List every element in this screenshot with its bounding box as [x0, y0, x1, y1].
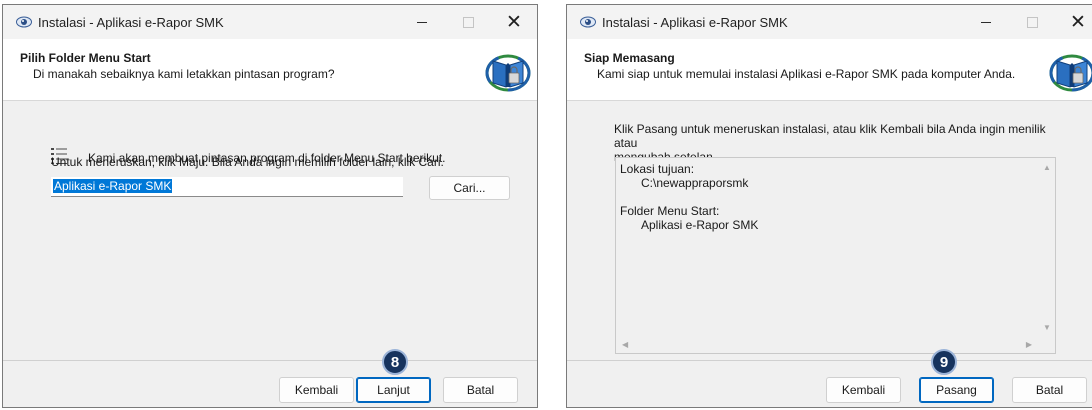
close-button[interactable]: ✕ [491, 5, 537, 39]
scroll-right-icon[interactable]: ▶ [1026, 341, 1032, 349]
setup-window-start-menu: Instalasi - Aplikasi e-Rapor SMK ✕ Pilih… [2, 4, 538, 408]
horizontal-scrollbar[interactable]: ◀ ▶ [616, 336, 1038, 353]
title-bar[interactable]: Instalasi - Aplikasi e-Rapor SMK ✕ [567, 5, 1092, 39]
vertical-scrollbar[interactable]: ▲ ▼ [1038, 158, 1055, 336]
setup-window-ready: Instalasi - Aplikasi e-Rapor SMK ✕ Siap … [566, 4, 1092, 408]
minimize-button[interactable] [399, 5, 445, 39]
cancel-button[interactable]: Batal [443, 377, 518, 403]
start-menu-folder-input[interactable]: Aplikasi e-Rapor SMK [51, 177, 403, 197]
page-subtitle: Kami siap untuk memulai instalasi Aplika… [597, 67, 1016, 81]
browse-button[interactable]: Cari... [429, 176, 510, 200]
wizard-header: Siap Memasang Kami siap untuk memulai in… [567, 39, 1092, 101]
destination-value: C:\newappraporsmk [641, 176, 749, 190]
memo-text: Lokasi tujuan: C:\newappraporsmk Folder … [620, 162, 758, 232]
back-button[interactable]: Kembali [826, 377, 901, 403]
wizard-header: Pilih Folder Menu Start Di manakah sebai… [3, 39, 537, 101]
step-badge: 8 [382, 349, 408, 375]
close-button[interactable]: ✕ [1055, 5, 1092, 39]
maximize-button [445, 5, 491, 39]
caption-buttons: ✕ [963, 5, 1092, 39]
page-title: Siap Memasang [584, 51, 675, 65]
setup-book-logo [485, 54, 531, 92]
cancel-button[interactable]: Batal [1012, 377, 1087, 403]
scroll-left-icon[interactable]: ◀ [622, 341, 628, 349]
instruction-text: Untuk meneruskan, klik Maju. Bila Anda i… [51, 155, 444, 169]
maximize-button [1009, 5, 1055, 39]
install-button[interactable]: Pasang [919, 377, 994, 403]
info-line-1: Klik Pasang untuk meneruskan instalasi, … [614, 122, 1046, 150]
folder-input-value: Aplikasi e-Rapor SMK [53, 179, 173, 193]
wizard-content: Kami akan membuat pintasan program di fo… [3, 101, 537, 361]
footer-divider [3, 360, 537, 361]
page-subtitle: Di manakah sebaiknya kami letakkan pinta… [33, 67, 335, 81]
close-icon: ✕ [506, 11, 522, 33]
footer-divider [567, 360, 1092, 361]
wizard-content: Klik Pasang untuk meneruskan instalasi, … [567, 101, 1092, 361]
window-title: Instalasi - Aplikasi e-Rapor SMK [38, 14, 224, 30]
start-menu-value: Aplikasi e-Rapor SMK [641, 218, 759, 232]
scroll-up-icon[interactable]: ▲ [1043, 164, 1051, 172]
back-button[interactable]: Kembali [279, 377, 354, 403]
window-title: Instalasi - Aplikasi e-Rapor SMK [602, 14, 788, 30]
close-icon: ✕ [1070, 11, 1086, 33]
setup-book-logo [1049, 54, 1092, 92]
eye-app-icon [580, 16, 596, 28]
title-bar[interactable]: Instalasi - Aplikasi e-Rapor SMK ✕ [3, 5, 537, 39]
caption-buttons: ✕ [399, 5, 537, 39]
page-title: Pilih Folder Menu Start [20, 51, 151, 65]
summary-memo[interactable]: Lokasi tujuan: C:\newappraporsmk Folder … [615, 157, 1056, 354]
destination-label: Lokasi tujuan: [620, 162, 695, 176]
scroll-down-icon[interactable]: ▼ [1043, 324, 1051, 332]
minimize-button[interactable] [963, 5, 1009, 39]
step-badge: 9 [931, 349, 957, 375]
next-button[interactable]: Lanjut [356, 377, 431, 403]
eye-app-icon [16, 16, 32, 28]
start-menu-label: Folder Menu Start: [620, 204, 720, 218]
